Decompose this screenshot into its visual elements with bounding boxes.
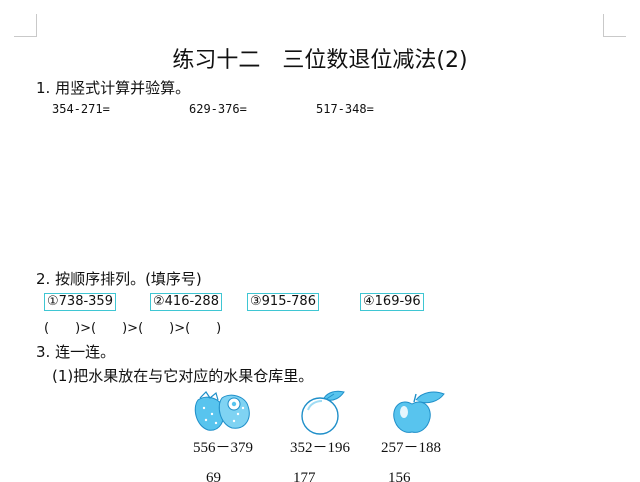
section-1-heading: 1. 用竖式计算并验算。 — [36, 79, 191, 97]
problem-1: 354-271= — [52, 102, 110, 116]
document-page: 练习十二 三位数退位减法(2) 1. 用竖式计算并验算。 354-271= 62… — [0, 0, 640, 482]
order-item-4: ④169-96 — [360, 293, 424, 311]
section-2-heading: 2. 按顺序排列。(填序号) — [36, 270, 202, 288]
order-item-2: ②416-288 — [150, 293, 222, 311]
warehouse-number-3: 156 — [388, 470, 411, 482]
problem-3: 517-348= — [316, 102, 374, 116]
page-title: 练习十二 三位数退位减法(2) — [172, 48, 468, 73]
problem-2: 629-376= — [189, 102, 247, 116]
warehouse-number-2: 177 — [293, 470, 316, 482]
fruit-expression-orange: 352－196 — [290, 440, 351, 456]
order-item-1: ①738-359 — [44, 293, 116, 311]
section-3-subheading: (1)把水果放在与它对应的水果仓库里。 — [52, 367, 314, 385]
page-corner-mark-top-right — [603, 14, 626, 37]
order-item-3: ③915-786 — [247, 293, 319, 311]
fruit-expression-apple: 257－188 — [381, 440, 442, 456]
strawberry-icon — [194, 391, 250, 431]
warehouse-number-1: 69 — [206, 470, 221, 482]
section-3-heading: 3. 连一连。 — [36, 343, 116, 361]
apple-icon — [393, 391, 445, 433]
page-corner-mark-top-left — [14, 14, 37, 37]
orange-icon — [301, 390, 345, 435]
order-answer-row: ( )>( )>( )>( ) — [44, 321, 222, 336]
fruit-expression-strawberry: 556－379 — [193, 440, 254, 456]
